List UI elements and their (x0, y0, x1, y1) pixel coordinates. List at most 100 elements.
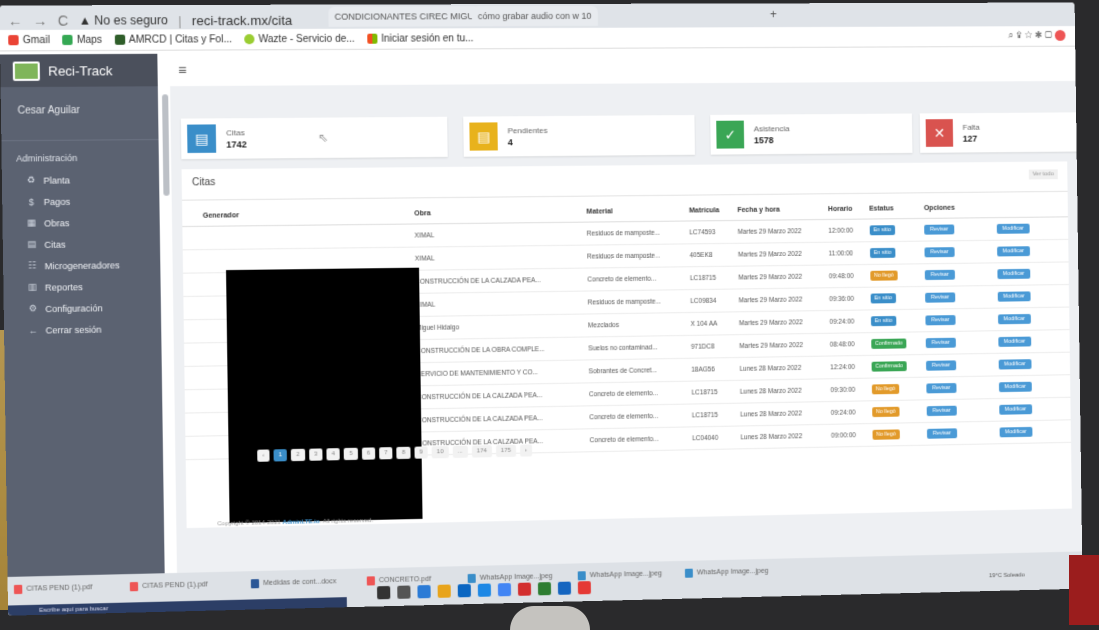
download-item[interactable]: CITAS PEND (1).pdf (130, 580, 208, 591)
acrobat-icon[interactable] (578, 581, 591, 594)
share-icon[interactable]: ⇪ (1016, 30, 1022, 41)
reload-icon[interactable]: C (58, 12, 69, 28)
explorer-icon[interactable] (438, 585, 451, 598)
revisar-button[interactable]: Revisar (927, 406, 957, 416)
edge-icon[interactable] (417, 585, 430, 598)
windows-search[interactable]: Escribe aquí para buscar (8, 597, 347, 616)
revisar-button[interactable]: Revisar (926, 383, 956, 393)
bookmark-microsoft[interactable]: Iniciar sesión en tu... (367, 33, 474, 44)
adminlte-link[interactable]: AdminLTE.io (282, 519, 319, 526)
col-matricula[interactable]: Matrícula (685, 201, 734, 221)
url-text[interactable]: reci-track.mx/cita (192, 12, 293, 28)
modificar-button[interactable]: Modificar (998, 359, 1031, 369)
sidebar-scrollbar[interactable] (162, 94, 170, 195)
bookmark-gmail[interactable]: Gmail (8, 34, 50, 45)
new-tab-icon[interactable]: + (770, 7, 777, 21)
sidebar-item-pagos[interactable]: $ Pagos (2, 190, 159, 213)
extensions-icon[interactable]: ✱ (1035, 30, 1042, 41)
card-asistencia[interactable]: ✓ Asistencia 1578 (710, 113, 912, 154)
sidebar-item-obras[interactable]: ▦ Obras (2, 211, 159, 234)
download-item[interactable]: CONCRETO.pdf (367, 575, 431, 586)
chrome-icon[interactable] (498, 583, 511, 596)
page-button[interactable]: ... (453, 446, 468, 458)
user-name[interactable]: Cesar Aguilar (1, 86, 159, 141)
page-button[interactable]: 10 (432, 446, 449, 458)
col-estatus[interactable]: Estatus (865, 199, 920, 219)
task-view-icon[interactable] (397, 585, 410, 598)
sidebar-item-planta[interactable]: ♻ Planta (2, 168, 159, 191)
menu-toggle-icon[interactable]: ≡ (178, 62, 187, 78)
address-bar[interactable]: ← → C ▲ No es seguro | reci-track.mx/cit… (0, 9, 337, 32)
star-icon[interactable]: ☆ (1024, 30, 1032, 41)
sidebar-item-citas[interactable]: ▤ Citas (3, 232, 160, 255)
view-all-button[interactable]: Ver todo (1028, 169, 1057, 179)
revisar-button[interactable]: Revisar (925, 315, 955, 325)
page-button[interactable]: 5 (344, 448, 358, 460)
download-item[interactable]: WhatsApp Image...jpeg (685, 567, 769, 578)
modificar-button[interactable]: Modificar (999, 382, 1032, 392)
page-button[interactable]: 175 (496, 445, 516, 457)
modificar-button[interactable]: Modificar (998, 337, 1031, 347)
profile-avatar[interactable] (1055, 30, 1066, 41)
mail-icon[interactable] (478, 584, 491, 597)
forward-icon[interactable]: → (33, 13, 48, 29)
page-button[interactable]: › (520, 444, 532, 456)
sidebar-item-configuracion[interactable]: ⚙ Configuración (4, 296, 161, 320)
start-icon[interactable] (377, 586, 390, 599)
system-tray[interactable]: 19°C Soleado (989, 572, 1025, 579)
sidebar-item-cerrar-sesion[interactable]: ← Cerrar sesión (4, 318, 161, 342)
download-item[interactable]: CITAS PEND (1).pdf (14, 583, 93, 594)
col-opciones[interactable]: Opciones (920, 198, 1068, 219)
app-icon[interactable] (518, 583, 531, 596)
modificar-button[interactable]: Modificar (999, 427, 1032, 437)
revisar-button[interactable]: Revisar (924, 247, 954, 257)
modificar-button[interactable]: Modificar (997, 246, 1030, 256)
revisar-button[interactable]: Revisar (925, 270, 955, 280)
modificar-button[interactable]: Modificar (996, 224, 1029, 234)
page-button[interactable]: 3 (309, 448, 323, 460)
page-button[interactable]: ‹ (257, 449, 269, 461)
modificar-button[interactable]: Modificar (997, 291, 1030, 301)
bookmark-maps[interactable]: Maps (62, 34, 102, 45)
back-icon[interactable]: ← (8, 13, 23, 29)
page-button[interactable]: 9 (414, 446, 428, 458)
tab-condicionantes[interactable]: CONDICIONANTES CIREC MIGU (328, 6, 480, 27)
page-button[interactable]: 6 (362, 447, 376, 459)
store-icon[interactable] (458, 584, 471, 597)
tab-grabar-audio[interactable]: cómo grabar audio con w 10 (472, 6, 598, 26)
col-fecha[interactable]: Fecha y hora (733, 200, 824, 220)
bookmark-amrcd[interactable]: AMRCD | Citas y Fol... (114, 34, 232, 46)
download-item[interactable]: Medidas de cont...docx (251, 577, 337, 588)
col-obra[interactable]: Obra (410, 203, 583, 224)
page-button[interactable]: 7 (379, 447, 393, 459)
revisar-button[interactable]: Revisar (926, 360, 956, 370)
page-button[interactable]: 2 (291, 449, 305, 461)
download-item[interactable]: WhatsApp Image...jpeg (578, 569, 662, 580)
page-button[interactable]: 1 (274, 449, 288, 461)
app-icon[interactable] (538, 582, 551, 595)
revisar-button[interactable]: Revisar (926, 338, 956, 348)
sidebar-item-microgeneradores[interactable]: ☷ Microgeneradores (3, 254, 160, 277)
brand[interactable]: Reci-Track (0, 54, 158, 87)
revisar-button[interactable]: Revisar (924, 224, 954, 234)
col-horario[interactable]: Horario (824, 200, 865, 220)
page-button[interactable]: 4 (326, 448, 340, 460)
revisar-button[interactable]: Revisar (927, 428, 957, 438)
app-icon[interactable] (558, 582, 571, 595)
page-button[interactable]: 174 (472, 445, 492, 457)
sidepanel-icon[interactable]: ▢ (1045, 30, 1052, 41)
revisar-button[interactable]: Revisar (925, 292, 955, 302)
page-button[interactable]: 8 (397, 447, 411, 459)
card-citas[interactable]: ▤ Citas 1742 ⇖ (181, 117, 448, 159)
bookmark-wazte[interactable]: Wazte - Servicio de... (244, 33, 355, 45)
sidebar-item-reportes[interactable]: ▥ Reportes (3, 275, 160, 298)
card-pendientes[interactable]: ▤ Pendientes 4 (463, 115, 695, 157)
modificar-button[interactable]: Modificar (999, 404, 1032, 414)
col-generador[interactable]: Generador (182, 204, 410, 226)
modificar-button[interactable]: Modificar (998, 314, 1031, 324)
modificar-button[interactable]: Modificar (997, 269, 1030, 279)
card-falta[interactable]: ✕ Falta 127 (920, 112, 1083, 153)
col-material[interactable]: Material (582, 202, 685, 223)
zoom-icon[interactable]: ⌕ (1008, 30, 1014, 41)
insecure-label[interactable]: ▲ No es seguro (78, 13, 167, 28)
